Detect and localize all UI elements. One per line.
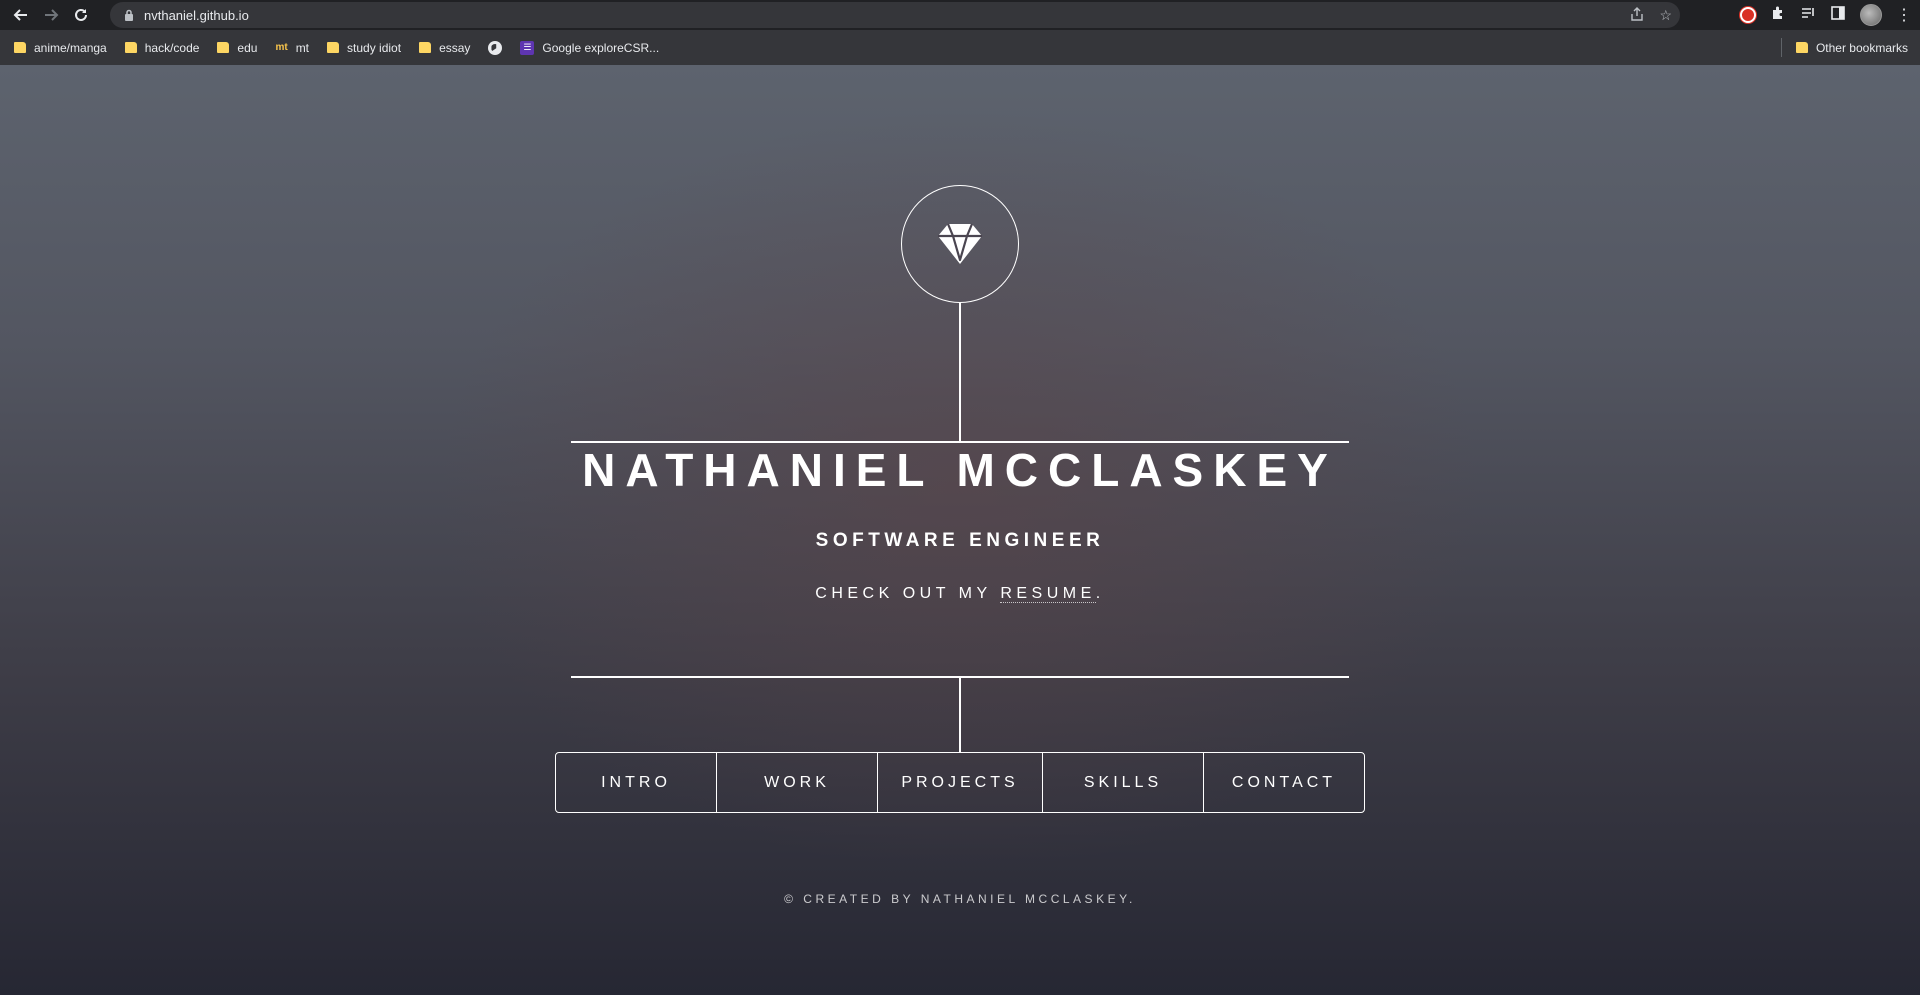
mt-favicon: mt [275,42,288,53]
nav-projects[interactable]: PROJECTS [878,753,1043,812]
extension-red-icon[interactable] [1740,7,1756,23]
address-bar[interactable]: nvthaniel.github.io ☆ [110,2,1680,28]
bookmark-study-idiot[interactable]: study idiot [327,41,401,55]
bookmark-google-explorecsr[interactable]: ☰ Google exploreCSR... [520,40,659,55]
diamond-icon [938,223,982,264]
nav-skills[interactable]: SKILLS [1043,753,1204,812]
folder-icon [14,42,26,53]
folder-icon [124,42,137,53]
bookmark-globe[interactable] [488,40,503,55]
bookmark-essay[interactable]: essay [419,41,470,55]
back-button[interactable] [6,0,36,30]
browser-toolbar: nvthaniel.github.io ☆ ⋮ [0,0,1920,30]
bookmark-star-icon[interactable]: ☆ [1659,7,1672,24]
bookmarks-bar: anime/manga hack/code edu mt mt study id… [0,30,1920,65]
nav-work[interactable]: WORK [717,753,878,812]
back-arrow-icon [13,9,27,21]
menu-dots-icon[interactable]: ⋮ [1896,5,1912,25]
side-panel-icon[interactable] [1830,5,1846,25]
bookmark-edu[interactable]: edu [217,41,257,55]
other-bookmarks[interactable]: Other bookmarks [1795,30,1908,65]
connector-line-top [959,303,961,441]
page-background: NATHANIEL MCCLASKEY SOFTWARE ENGINEER CH… [0,65,1920,995]
profile-avatar[interactable] [1860,4,1882,26]
lock-icon[interactable] [122,8,136,22]
reading-list-icon[interactable] [1800,5,1816,25]
logo-circle [901,185,1019,303]
page-subtitle: SOFTWARE ENGINEER [815,530,1105,551]
url-text[interactable]: nvthaniel.github.io [144,8,249,23]
resume-tagline: CHECK OUT MY RESUME. [815,585,1105,603]
connector-line-bottom [959,676,961,752]
nav-contact[interactable]: CONTACT [1204,753,1364,812]
reload-button[interactable] [66,0,96,30]
forward-arrow-icon [45,9,59,21]
folder-icon [327,42,340,53]
nav-intro[interactable]: INTRO [556,753,717,812]
reload-icon [75,8,87,21]
footer-credit: © CREATED BY NATHANIEL MCCLASKEY. [784,892,1136,906]
google-classroom-icon: ☰ [520,40,535,55]
extensions-puzzle-icon[interactable] [1770,5,1786,25]
bookmark-anime-manga[interactable]: anime/manga [14,41,107,55]
forward-button[interactable] [36,0,66,30]
globe-icon [488,40,503,55]
resume-link[interactable]: RESUME [1000,585,1096,603]
folder-icon [1795,42,1808,53]
share-icon[interactable] [1629,6,1645,25]
bookmark-mt[interactable]: mt mt [275,41,309,55]
bookmark-hack-code[interactable]: hack/code [124,41,199,55]
page-title: NATHANIEL MCCLASKEY [582,444,1338,496]
folder-icon [419,42,432,53]
folder-icon [217,42,230,53]
bookmarks-separator [1781,38,1782,57]
main-nav: INTRO WORK PROJECTS SKILLS CONTACT [555,752,1365,813]
